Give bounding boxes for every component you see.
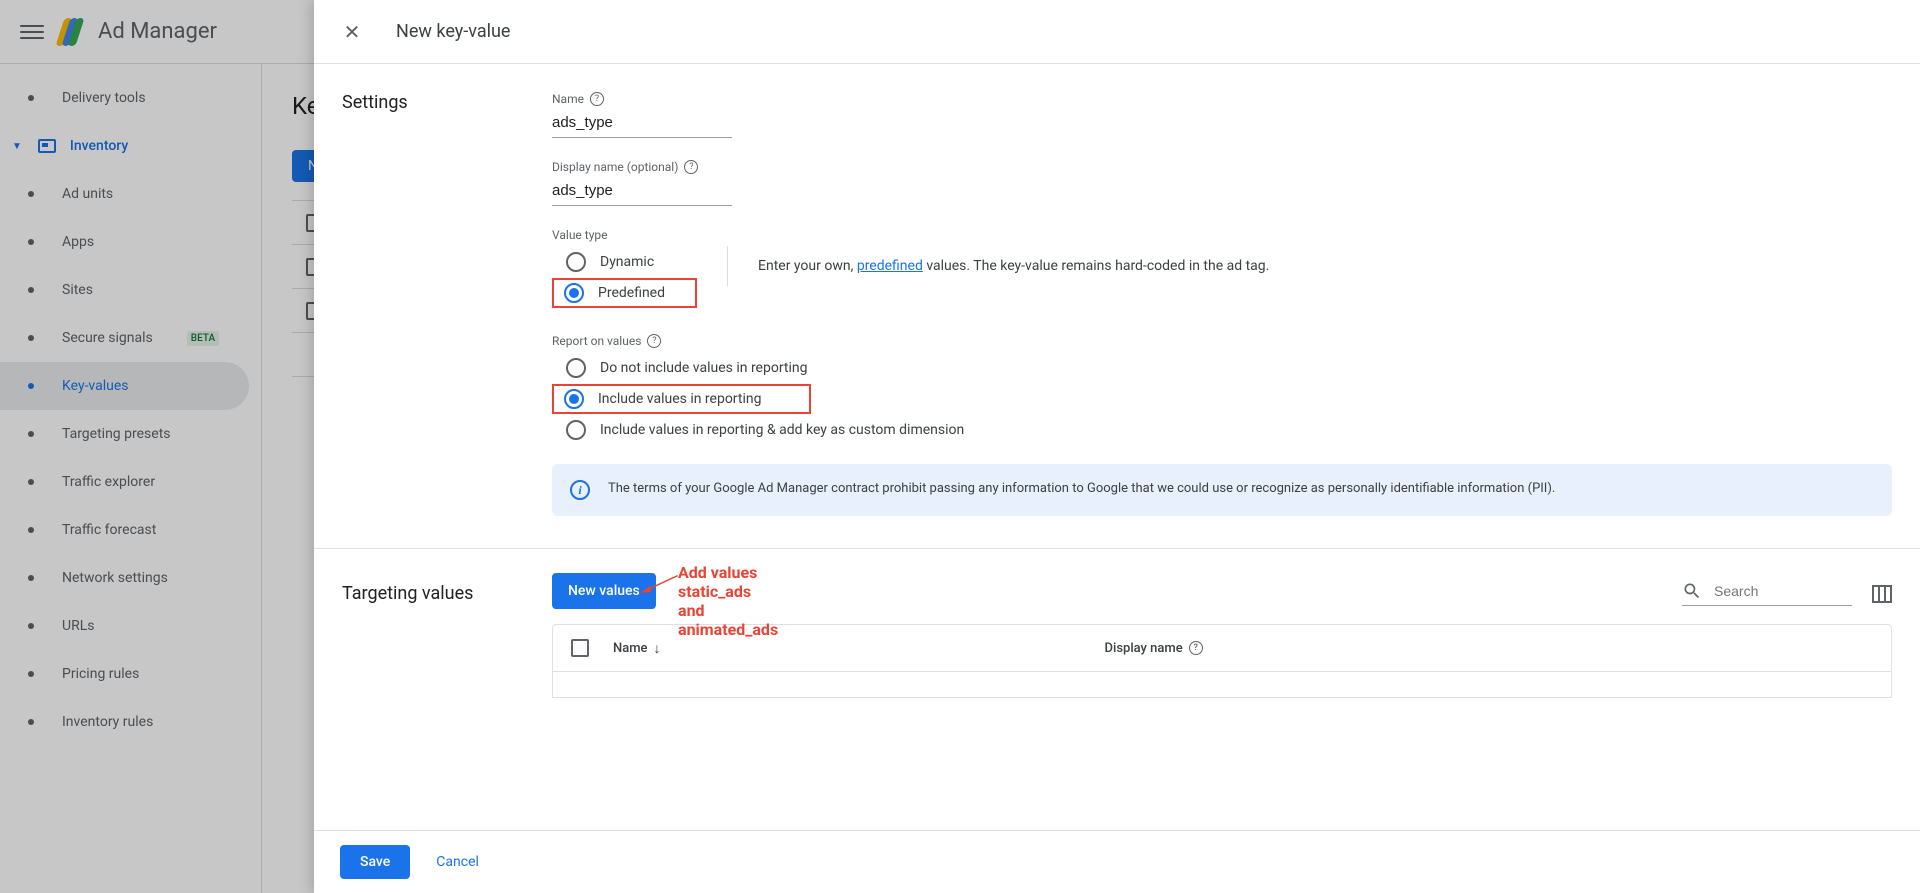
sort-down-icon: ↓: [654, 640, 661, 657]
radio-label: Include values in reporting: [598, 391, 761, 407]
predefined-link[interactable]: predefined: [857, 258, 923, 274]
sidebar-item-label: Traffic explorer: [62, 474, 155, 490]
sidebar-item-label: Ad units: [62, 186, 113, 202]
sidebar-item-label: Key-values: [62, 378, 129, 394]
radio-option-predefined[interactable]: Predefined: [564, 283, 665, 303]
value-type-label: Value type: [552, 228, 1892, 242]
radio-label: Include values in reporting & add key as…: [600, 422, 964, 438]
new-key-value-panel: ✕ New key-value Settings Name? Display n…: [314, 0, 1920, 893]
radio-icon[interactable]: [564, 389, 584, 409]
sidebar-item-label: Targeting presets: [62, 426, 171, 442]
sidebar-item-label: Apps: [62, 234, 94, 250]
column-header-name[interactable]: Name↓: [613, 640, 661, 657]
sidebar-item-inventory[interactable]: ▼ Inventory: [0, 122, 249, 170]
close-icon[interactable]: ✕: [340, 20, 364, 44]
panel-body: Settings Name? Display name (optional)? …: [314, 64, 1920, 830]
sidebar-item-label: Delivery tools: [62, 90, 146, 106]
sidebar-item-label: Sites: [62, 282, 93, 298]
help-icon[interactable]: ?: [684, 160, 698, 174]
sidebar-item-ad-units[interactable]: Ad units: [0, 170, 249, 218]
sidebar: Delivery tools ▼Inventory Ad units Apps …: [0, 64, 262, 893]
sidebar-item-label: Secure signals: [62, 330, 153, 346]
caret-down-icon: ▼: [12, 141, 22, 152]
radio-icon[interactable]: [566, 252, 586, 272]
highlight-predefined: Predefined: [552, 278, 697, 308]
highlight-include-reporting: Include values in reporting: [552, 384, 811, 414]
sidebar-item-traffic-forecast[interactable]: Traffic forecast: [0, 506, 249, 554]
radio-option-dynamic[interactable]: Dynamic: [552, 246, 697, 278]
sidebar-item-apps[interactable]: Apps: [0, 218, 249, 266]
sidebar-item-label: Traffic forecast: [62, 522, 156, 538]
app-title: Ad Manager: [98, 19, 217, 44]
sidebar-item-label: URLs: [62, 618, 94, 634]
info-icon: i: [570, 480, 590, 500]
values-table-header: Name↓ Display name?: [552, 624, 1892, 672]
info-text: The terms of your Google Ad Manager cont…: [608, 480, 1555, 498]
cancel-button[interactable]: Cancel: [428, 845, 487, 879]
menu-icon[interactable]: [20, 20, 44, 44]
settings-section-label: Settings: [342, 92, 522, 516]
name-field-label: Name?: [552, 92, 1892, 106]
sidebar-item-traffic-explorer[interactable]: Traffic explorer: [0, 458, 249, 506]
sidebar-item-network-settings[interactable]: Network settings: [0, 554, 249, 602]
new-values-button[interactable]: New values: [552, 573, 656, 609]
values-table-body-empty: [552, 672, 1892, 698]
radio-icon[interactable]: [566, 420, 586, 440]
sidebar-item-secure-signals[interactable]: Secure signals BETA: [0, 314, 249, 362]
beta-badge: BETA: [187, 331, 219, 346]
panel-footer: Save Cancel: [314, 830, 1920, 893]
pii-info-banner: i The terms of your Google Ad Manager co…: [552, 464, 1892, 516]
sidebar-item-delivery-tools[interactable]: Delivery tools: [0, 74, 249, 122]
sidebar-item-urls[interactable]: URLs: [0, 602, 249, 650]
value-type-description: Enter your own, predefined values. The k…: [727, 246, 1269, 286]
search-field[interactable]: [1682, 581, 1852, 606]
sidebar-item-key-values[interactable]: Key-values: [0, 362, 249, 410]
help-icon[interactable]: ?: [647, 334, 661, 348]
panel-title: New key-value: [396, 21, 510, 42]
radio-option-exclude-reporting[interactable]: Do not include values in reporting: [552, 352, 1892, 384]
sidebar-item-sites[interactable]: Sites: [0, 266, 249, 314]
save-button[interactable]: Save: [340, 845, 410, 879]
sidebar-item-inventory-rules[interactable]: Inventory rules: [0, 698, 249, 746]
sidebar-item-label: Inventory rules: [62, 714, 153, 730]
sidebar-item-label: Inventory: [70, 138, 128, 154]
radio-label: Do not include values in reporting: [600, 360, 807, 376]
radio-option-include-reporting[interactable]: Include values in reporting: [564, 389, 761, 409]
name-input[interactable]: [552, 110, 732, 138]
panel-header: ✕ New key-value: [314, 0, 1920, 64]
sidebar-item-label: Network settings: [62, 570, 168, 586]
columns-icon[interactable]: [1872, 585, 1892, 603]
sidebar-item-pricing-rules[interactable]: Pricing rules: [0, 650, 249, 698]
search-input[interactable]: [1714, 583, 1834, 599]
display-name-input[interactable]: [552, 178, 732, 206]
sidebar-item-label: Pricing rules: [62, 666, 139, 682]
app-logo: [62, 18, 80, 46]
radio-label: Dynamic: [600, 254, 654, 270]
help-icon[interactable]: ?: [590, 92, 604, 106]
inventory-icon: [38, 139, 56, 153]
select-all-checkbox[interactable]: [571, 639, 589, 657]
report-values-label: Report on values?: [552, 334, 1892, 348]
display-name-field-label: Display name (optional)?: [552, 160, 1892, 174]
section-divider: [314, 548, 1920, 549]
help-icon[interactable]: ?: [1189, 641, 1203, 655]
targeting-values-label: Targeting values: [342, 583, 522, 604]
search-icon: [1682, 581, 1702, 601]
radio-icon[interactable]: [564, 283, 584, 303]
sidebar-item-targeting-presets[interactable]: Targeting presets: [0, 410, 249, 458]
radio-label: Predefined: [598, 285, 665, 301]
column-header-display-name[interactable]: Display name?: [1105, 641, 1203, 656]
radio-icon[interactable]: [566, 358, 586, 378]
radio-option-custom-dimension[interactable]: Include values in reporting & add key as…: [552, 414, 1892, 446]
